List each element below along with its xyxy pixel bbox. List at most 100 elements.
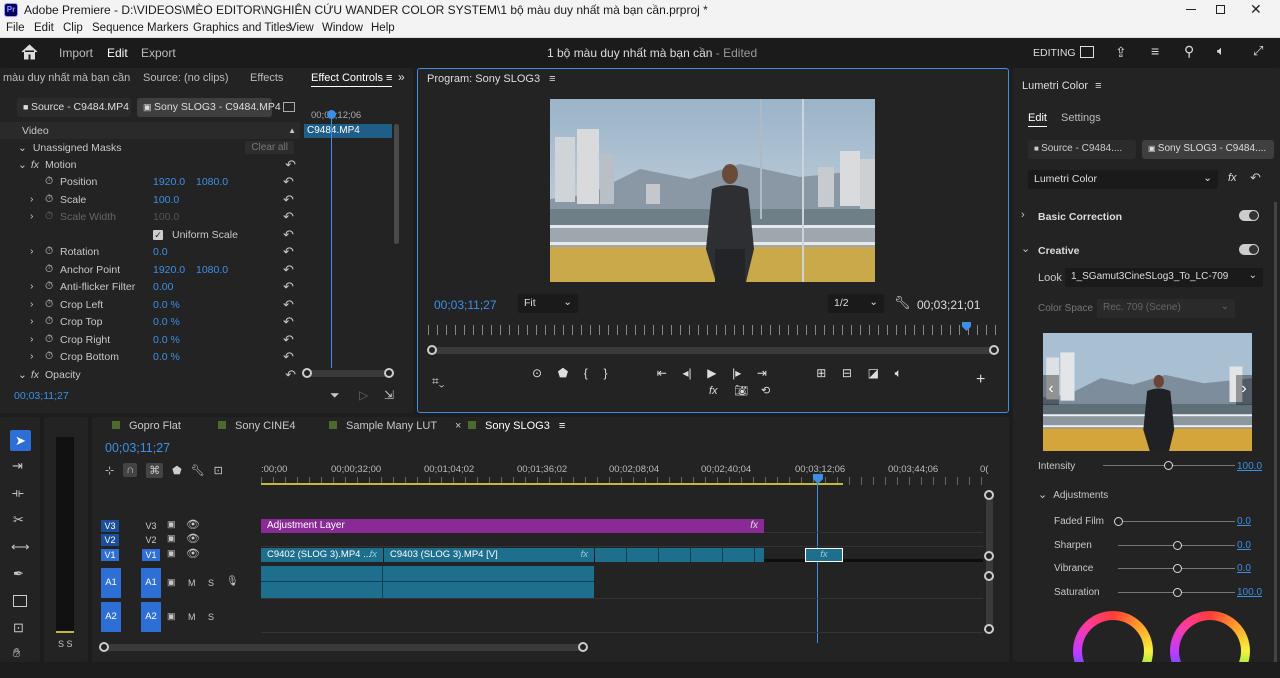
source-patch[interactable]: V1 — [101, 549, 119, 561]
menu-window[interactable]: Window — [322, 22, 363, 34]
wrench-icon[interactable]: 🔧︎ — [894, 295, 911, 311]
property-row-anchor-point[interactable]: ⏱︎ Anchor Point 1920.0 1080.0 ↶ — [0, 262, 300, 279]
slider-value[interactable]: 0.0 — [1237, 516, 1251, 527]
slider-handle[interactable] — [1114, 517, 1123, 526]
lumetri-sequence-button[interactable]: ▣ Sony SLOG3 - C9484.... — [1142, 140, 1274, 159]
property-row-crop-top[interactable]: › ⏱︎ Crop Top 0.0 % ↶ — [0, 314, 300, 331]
linked-selection-icon[interactable]: ⌘ — [146, 462, 164, 478]
reset-icon[interactable]: ↶ — [283, 332, 294, 348]
panel-menu-icon[interactable]: ≡ — [386, 72, 392, 84]
sync-lock-icon[interactable]: ▣ — [167, 548, 176, 559]
eye-icon[interactable]: 👁︎ — [186, 532, 200, 545]
stopwatch-icon[interactable]: ⏱︎ — [45, 263, 53, 276]
tab-gopro-flat[interactable]: Gopro Flat — [129, 420, 181, 432]
captions-icon[interactable]: ⊡ — [214, 464, 223, 477]
video-clip-c9403[interactable]: C9403 (SLOG 3).MP4 [V] fx — [384, 548, 594, 562]
volume-icon[interactable]: 🔈︎ — [1217, 43, 1225, 59]
camera-icon[interactable]: 📷︎ — [734, 384, 748, 397]
reset-icon[interactable]: ↶ — [285, 367, 296, 383]
audio-icon[interactable]: 🔈︎ — [895, 366, 902, 381]
wrench-icon[interactable]: 🔧︎ — [191, 464, 205, 477]
opacity-row[interactable]: ⌄ fx Opacity ↶ — [0, 366, 300, 383]
intensity-slider[interactable] — [1103, 461, 1235, 470]
fullscreen-icon[interactable]: ⤢ — [1253, 43, 1263, 59]
slider-track[interactable] — [1114, 517, 1235, 526]
stopwatch-icon[interactable]: ⏱︎ — [45, 350, 53, 363]
menu-file[interactable]: File — [6, 22, 25, 34]
slider-value[interactable]: 0.0 — [1237, 540, 1251, 551]
reset-icon[interactable]: ↶ — [283, 192, 294, 208]
microphone-icon[interactable]: 🎙︎ — [226, 576, 239, 587]
expand-chevron-icon[interactable]: › — [30, 350, 34, 362]
fx-toggle-icon[interactable]: fx — [1228, 172, 1237, 184]
source-patch[interactable]: V2 — [101, 534, 119, 546]
property-value[interactable]: 0.0 — [153, 246, 168, 258]
lift-icon[interactable]: ⊞ — [816, 366, 826, 380]
expand-chevron-icon[interactable]: › — [30, 298, 34, 310]
fx-icon[interactable]: fx — [31, 369, 39, 381]
expand-chevron-icon[interactable]: ⌄ — [18, 159, 27, 171]
track-target[interactable]: V3 — [142, 520, 160, 532]
menu-edit[interactable]: Edit — [34, 22, 54, 34]
type-tool-icon[interactable]: ⊡ — [13, 620, 24, 636]
slip-icon[interactable]: ⟷ — [11, 539, 30, 555]
mute-button[interactable]: M — [188, 612, 196, 622]
menu-clip[interactable]: Clip — [63, 22, 83, 34]
step-forward-icon[interactable]: |▸ — [732, 366, 741, 380]
tab-edit[interactable]: Edit — [107, 46, 128, 60]
step-back-icon[interactable]: ◂| — [682, 366, 691, 380]
fx-icon[interactable]: fx — [31, 159, 39, 171]
filter-icon[interactable]: ⏷ — [330, 388, 340, 403]
audio-clip-a1[interactable] — [261, 566, 594, 598]
home-icon[interactable] — [21, 44, 38, 60]
button-editor-icon[interactable]: ⊙ — [532, 366, 542, 380]
property-value-2[interactable]: 1080.0 — [196, 176, 228, 188]
slider-handle[interactable] — [1172, 564, 1182, 573]
property-row-scale[interactable]: › ⏱︎ Scale 100.0 ↶ — [0, 192, 300, 209]
workspace-label[interactable]: EDITING — [1033, 47, 1076, 59]
track-target[interactable]: A2 — [141, 602, 161, 632]
property-value[interactable]: 1920.0 — [153, 176, 185, 188]
track-target[interactable]: V1 — [142, 549, 160, 561]
expand-chevron-icon[interactable]: › — [30, 280, 34, 292]
reset-icon[interactable]: ↶ — [283, 227, 294, 243]
property-row-position[interactable]: ⏱︎ Position 1920.0 1080.0 ↶ — [0, 174, 300, 191]
intensity-slider-handle[interactable] — [1164, 461, 1173, 470]
sync-lock-icon[interactable]: ▣ — [167, 519, 176, 530]
menu-markers[interactable]: Markers — [147, 22, 189, 34]
play-icon[interactable]: ▶ — [707, 366, 716, 380]
sync-lock-icon[interactable]: ▣ — [167, 577, 176, 588]
tab-sample-many-lut[interactable]: Sample Many LUT — [346, 420, 437, 432]
reset-icon[interactable]: ↶ — [283, 174, 294, 190]
slider-value[interactable]: 100.0 — [1237, 587, 1262, 598]
property-value-2[interactable]: 1080.0 — [196, 264, 228, 276]
go-to-in-icon[interactable]: ⇤ — [657, 366, 667, 380]
property-value[interactable]: 0.0 % — [153, 316, 180, 328]
more-panels-icon[interactable]: » — [398, 70, 405, 84]
previous-look-button[interactable]: ‹ — [1043, 375, 1059, 405]
menu-sequence[interactable]: Sequence — [92, 22, 144, 34]
property-row-crop-left[interactable]: › ⏱︎ Crop Left 0.0 % ↶ — [0, 297, 300, 314]
look-preview-frame[interactable]: ‹ › — [1043, 333, 1252, 451]
ec-current-timecode[interactable]: 00;03;11;27 — [14, 390, 69, 402]
look-dropdown[interactable]: 1_SGamut3CineSLog3_To_LC-709 ⌄ — [1065, 268, 1263, 287]
slider-track[interactable] — [1118, 587, 1235, 597]
slider-value[interactable]: 0.0 — [1237, 563, 1251, 574]
video-clip-segments[interactable] — [595, 548, 764, 562]
color-space-dropdown[interactable]: Rec. 709 (Scene) ⌄ — [1097, 299, 1235, 318]
search-icon[interactable]: ⚲ — [1184, 43, 1194, 60]
property-row-anti-flicker-filter[interactable]: › ⏱︎ Anti-flicker Filter 0.00 ↶ — [0, 279, 300, 296]
stopwatch-icon[interactable]: ⏱︎ — [45, 175, 53, 188]
snap-icon[interactable]: ∩ — [123, 463, 138, 477]
meter-solo-labels[interactable]: S S — [58, 639, 73, 649]
sync-lock-icon[interactable]: ▣ — [167, 611, 176, 622]
basic-correction-toggle[interactable] — [1239, 210, 1259, 221]
property-value[interactable]: 100.0 — [153, 211, 179, 223]
reset-icon[interactable]: ↶ — [283, 349, 294, 365]
maximize-button[interactable] — [1216, 5, 1225, 14]
tab-project[interactable]: màu duy nhất mà bạn cần — [3, 72, 130, 84]
panel-menu-icon[interactable]: ≡ — [549, 73, 555, 85]
source-clip-button[interactable]: ■ Source - C9484.MP4 — [17, 98, 131, 117]
expand-chevron-icon[interactable]: ⌄ — [1038, 489, 1047, 501]
stopwatch-icon[interactable]: ⏱︎ — [45, 333, 53, 346]
